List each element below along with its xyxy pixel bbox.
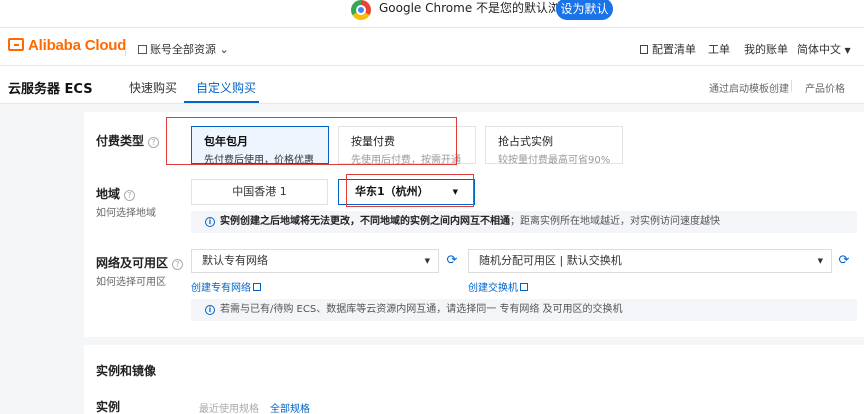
help-icon[interactable]: ? — [124, 190, 136, 201]
option-title: 包年包月 — [204, 135, 248, 148]
option-desc: 先付费后使用，价格优惠 — [204, 155, 314, 166]
instance-label: 实例 — [96, 400, 121, 414]
region-notice: i 实例创建之后地域将无法更改，不同地域的实例之间内网互不相通；距离实例所在地域越… — [191, 211, 857, 233]
region-select-hangzhou[interactable]: 华东1（杭州） ▼ — [338, 179, 475, 205]
billing-type-label: 付费类型? — [96, 132, 160, 149]
option-desc: 先使用后付费，按需开通 — [351, 155, 461, 166]
vpc-select[interactable]: 默认专有网络 ▼ — [191, 249, 439, 273]
top-navigation: Alibaba Cloud 账号全部资源 ⌄ 配置清单 工单 我的账单 简体中文… — [0, 28, 864, 66]
account-resources-menu[interactable]: 账号全部资源 ⌄ — [138, 41, 229, 57]
nav-divider — [125, 40, 126, 56]
region-help-link[interactable]: 如何选择地域 — [96, 204, 156, 219]
zone-help-link[interactable]: 如何选择可用区 — [96, 273, 166, 288]
external-link-icon — [253, 283, 261, 291]
resource-icon — [138, 45, 147, 54]
config-card: 付费类型? 包年包月 先付费后使用，价格优惠 按量付费 先使用后付费，按需开通 … — [84, 112, 864, 337]
network-notice: i 若需与已有/待购 ECS、数据库等云资源内网互通，请选择同一 专有网络 及可用… — [191, 299, 857, 321]
active-tab-indicator — [184, 101, 259, 103]
caret-down-icon: ▼ — [817, 257, 823, 265]
instance-card: 实例和镜像 实例 最近使用规格 全部规格 — [84, 345, 864, 414]
set-default-button[interactable]: 设为默认 — [556, 0, 613, 20]
option-desc: 较按量付费最高可省90% — [498, 155, 611, 166]
network-zone-label: 网络及可用区? — [96, 254, 184, 271]
option-title: 抢占式实例 — [498, 135, 553, 148]
tab-recent-specs[interactable]: 最近使用规格 — [199, 400, 259, 414]
product-price-link[interactable]: 产品价格 — [805, 80, 845, 95]
info-icon: i — [205, 305, 215, 315]
list-icon — [640, 45, 648, 54]
billing-option-spot[interactable]: 抢占式实例 较按量付费最高可省90% — [485, 126, 623, 166]
chevron-down-icon: ⌄ — [219, 43, 229, 56]
region-label: 地域? — [96, 185, 136, 202]
tab-quick-buy[interactable]: 快速购买 — [129, 79, 177, 96]
page-title: 云服务器 ECS — [8, 82, 93, 97]
tab-custom-buy[interactable]: 自定义购买 — [196, 79, 256, 96]
help-icon[interactable]: ? — [148, 137, 160, 148]
refresh-vpc-icon[interactable]: ⟳ — [443, 252, 461, 270]
create-vpc-link[interactable]: 创建专有网络 — [191, 279, 261, 294]
option-title: 按量付费 — [351, 135, 395, 148]
launch-template-link[interactable]: 通过启动模板创建 — [709, 80, 789, 95]
billing-option-subscription[interactable]: 包年包月 先付费后使用，价格优惠 — [191, 126, 329, 166]
tab-all-specs[interactable]: 全部规格 — [270, 400, 310, 414]
caret-down-icon: ▼ — [452, 188, 459, 196]
config-list-link[interactable]: 配置清单 — [640, 41, 696, 57]
billing-option-pay-as-you-go[interactable]: 按量付费 先使用后付费，按需开通 — [338, 126, 476, 166]
zone-switch-select[interactable]: 随机分配可用区 | 默认交换机 ▼ — [468, 249, 832, 273]
region-option-hongkong[interactable]: 中国香港 1 — [191, 179, 328, 205]
product-header: 云服务器 ECS 快速购买 自定义购买 通过启动模板创建 产品价格 — [0, 66, 864, 104]
ticket-link[interactable]: 工单 — [708, 41, 730, 57]
language-selector[interactable]: 简体中文 ▼ — [797, 41, 851, 57]
help-icon[interactable]: ? — [172, 259, 184, 270]
alibaba-logo-icon — [8, 38, 24, 51]
header-divider — [791, 80, 792, 92]
info-icon: i — [205, 217, 215, 227]
chrome-logo-icon — [351, 0, 371, 20]
instance-image-section-title: 实例和镜像 — [96, 364, 157, 378]
external-link-icon — [520, 283, 528, 291]
default-browser-message: Google Chrome 不是您的默认浏览器 — [379, 1, 585, 15]
my-account-link[interactable]: 我的账单 — [744, 41, 788, 57]
caret-down-icon: ▼ — [844, 46, 851, 55]
refresh-switch-icon[interactable]: ⟳ — [835, 252, 853, 270]
browser-infobar: Google Chrome 不是您的默认浏览器 设为默认 — [0, 0, 864, 28]
caret-down-icon: ▼ — [424, 257, 430, 265]
create-switch-link[interactable]: 创建交换机 — [468, 279, 528, 294]
alibaba-cloud-logo[interactable]: Alibaba Cloud — [8, 37, 126, 54]
